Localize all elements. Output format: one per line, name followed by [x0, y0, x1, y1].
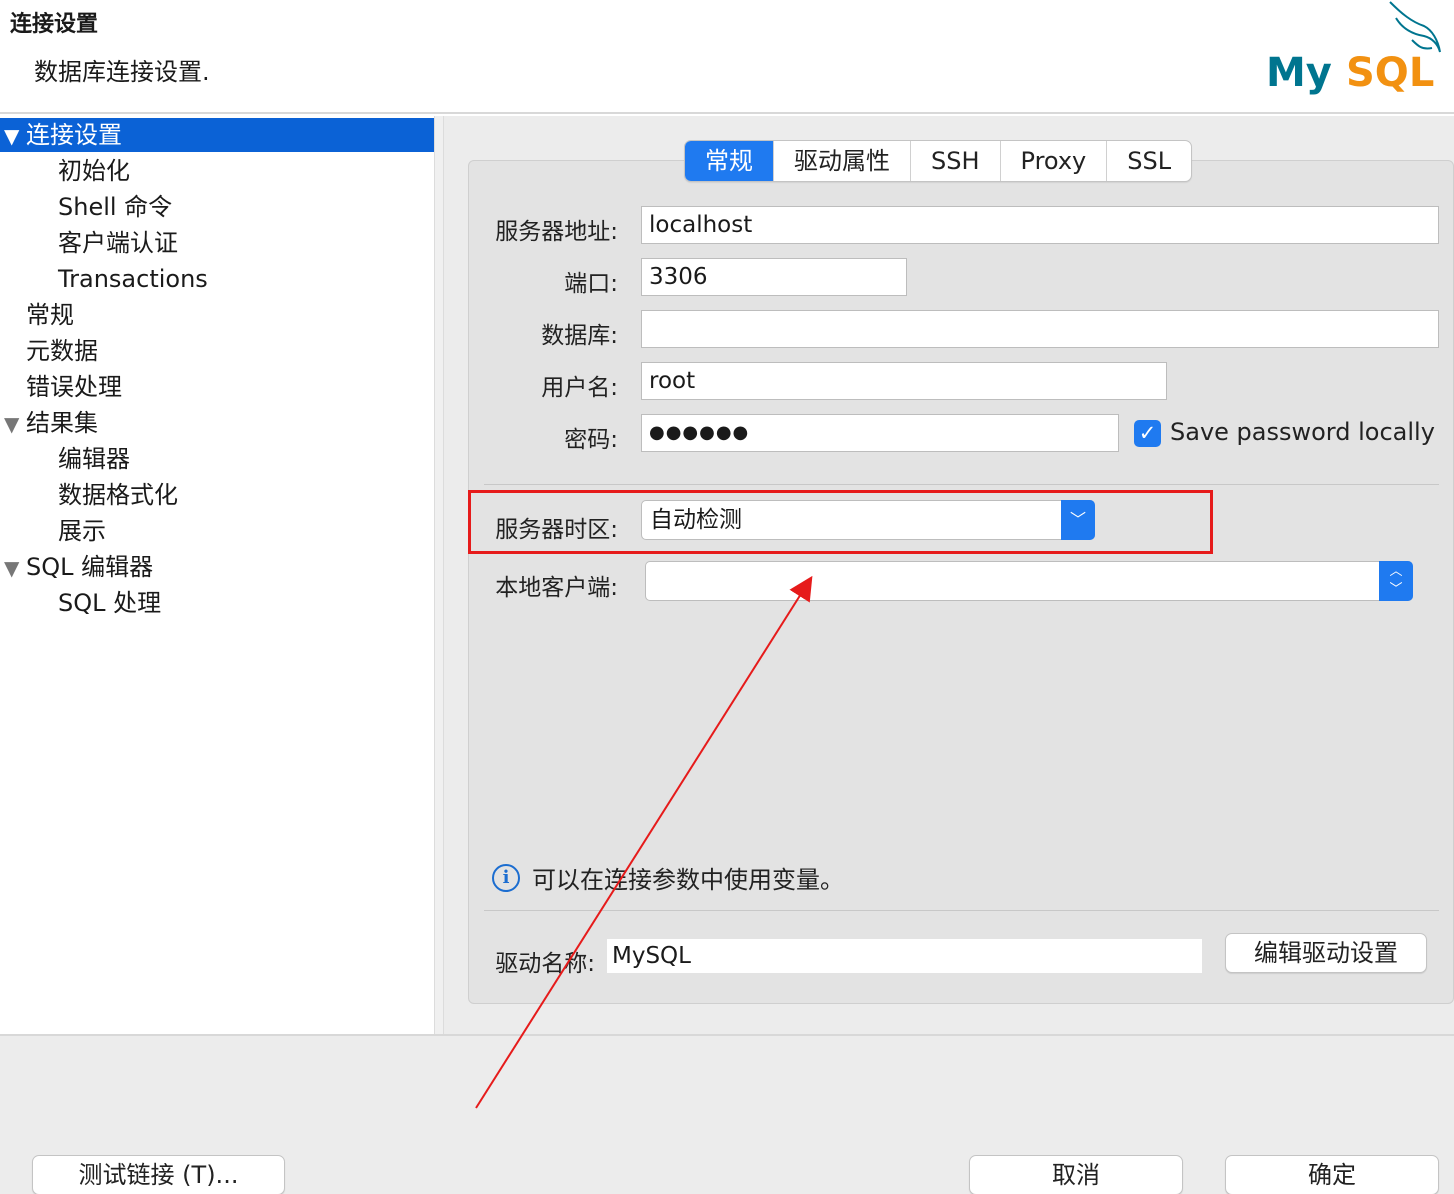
dialog-subtitle: 数据库连接设置.: [34, 58, 210, 86]
port-label: 端口:: [564, 271, 618, 297]
ok-button[interactable]: 确定: [1225, 1155, 1439, 1194]
splitter-handle[interactable]: [434, 116, 444, 1034]
tab-bar: 常规 驱动属性 SSH Proxy SSL: [684, 140, 1193, 182]
expand-arrow-icon[interactable]: ▼: [4, 119, 26, 153]
tree-item-sql-editor[interactable]: ▼ SQL 编辑器: [4, 550, 153, 584]
mysql-logo: My SQL: [1266, 1, 1441, 96]
tree-item-editors[interactable]: 编辑器: [58, 442, 130, 476]
username-label: 用户名:: [541, 375, 618, 401]
edit-driver-settings-button[interactable]: 编辑驱动设置: [1225, 933, 1427, 973]
tree-item-init[interactable]: 初始化: [58, 154, 130, 188]
tree-item-connection-settings[interactable]: ▼ 连接设置: [0, 118, 434, 152]
tree-item-presentation[interactable]: 展示: [58, 514, 106, 548]
logo-my-text: My: [1266, 50, 1332, 96]
host-label: 服务器地址:: [495, 219, 618, 245]
username-input[interactable]: root: [641, 362, 1167, 400]
tab-driver-properties[interactable]: 驱动属性: [774, 141, 911, 181]
divider: [484, 910, 1439, 911]
test-connection-button[interactable]: 测试链接 (T)...: [32, 1155, 285, 1194]
database-label: 数据库:: [541, 323, 618, 349]
tree-item-label: 结果集: [26, 409, 98, 437]
settings-tree: ▼ 连接设置 初始化 Shell 命令 客户端认证 Transactions 常规…: [0, 116, 436, 1034]
tree-item-resultsets[interactable]: ▼ 结果集: [4, 406, 98, 440]
dialog-title: 连接设置: [10, 12, 99, 37]
driver-name-label: 驱动名称:: [495, 951, 595, 977]
tree-item-label: 连接设置: [26, 121, 122, 149]
tree-item-general[interactable]: 常规: [26, 298, 74, 332]
tab-ssh[interactable]: SSH: [911, 141, 1001, 181]
port-input[interactable]: 3306: [641, 258, 907, 296]
tree-item-sql-processing[interactable]: SQL 处理: [58, 586, 161, 620]
tree-item-shell-commands[interactable]: Shell 命令: [58, 190, 172, 224]
save-password-checkbox[interactable]: ✓: [1134, 420, 1161, 447]
variables-info-text: 可以在连接参数中使用变量。: [532, 866, 844, 894]
highlight-box: [468, 490, 1213, 554]
tree-item-data-formats[interactable]: 数据格式化: [58, 478, 178, 512]
dialog-header: 连接设置 数据库连接设置. My SQL: [0, 0, 1454, 114]
password-input[interactable]: ●●●●●●: [641, 414, 1119, 452]
tree-item-metadata[interactable]: 元数据: [26, 334, 98, 368]
expand-arrow-icon[interactable]: ▼: [4, 551, 26, 585]
driver-name-field: MySQL: [607, 939, 1202, 973]
logo-sql-text: SQL: [1346, 50, 1434, 96]
local-client-select[interactable]: ︿ ﹀: [645, 561, 1413, 601]
tree-item-error-handling[interactable]: 错误处理: [26, 370, 122, 404]
database-input[interactable]: [641, 310, 1439, 348]
host-input[interactable]: localhost: [641, 206, 1439, 244]
cancel-button[interactable]: 取消: [969, 1155, 1183, 1194]
divider: [484, 484, 1439, 485]
tab-general[interactable]: 常规: [685, 141, 774, 181]
tree-item-client-auth[interactable]: 客户端认证: [58, 226, 178, 260]
updown-chevron-icon[interactable]: ︿ ﹀: [1379, 561, 1413, 601]
expand-arrow-icon[interactable]: ▼: [4, 407, 26, 441]
tab-ssl[interactable]: SSL: [1107, 141, 1191, 181]
password-label: 密码:: [564, 427, 618, 453]
tab-proxy[interactable]: Proxy: [1001, 141, 1108, 181]
local-client-label: 本地客户端:: [495, 575, 618, 601]
tree-item-label: SQL 编辑器: [26, 553, 154, 581]
info-icon: i: [492, 864, 520, 892]
save-password-label[interactable]: Save password locally: [1170, 418, 1435, 446]
tree-item-transactions[interactable]: Transactions: [58, 262, 208, 296]
